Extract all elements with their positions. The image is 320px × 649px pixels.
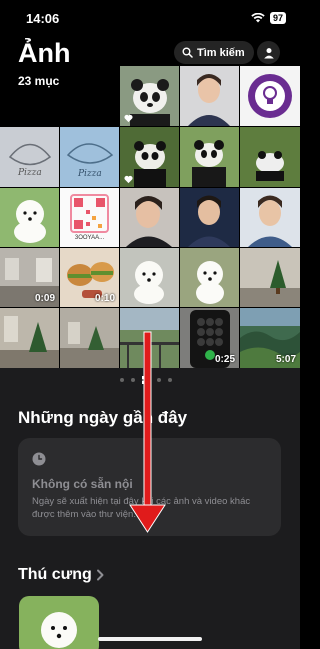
panda-photo xyxy=(180,127,239,187)
search-button[interactable]: Tìm kiếm xyxy=(174,41,254,64)
favorite-heart-icon xyxy=(124,114,133,123)
room-photo xyxy=(60,308,119,368)
status-bar: 14:06 97 xyxy=(0,0,300,38)
app-logo-photo xyxy=(240,66,300,126)
dog-photo xyxy=(19,596,99,649)
video-tile[interactable]: 0:10 xyxy=(60,248,119,307)
dog-photo xyxy=(180,248,239,307)
chevron-right-icon xyxy=(96,569,104,581)
pet-album-thumbnail[interactable] xyxy=(19,596,99,649)
panda-photo xyxy=(240,127,300,187)
grid-view-icon xyxy=(142,376,150,384)
photo-tile[interactable] xyxy=(240,66,300,126)
collections-section: Những ngày gần đây Không có sẵn nội Ngày… xyxy=(0,368,300,649)
photo-tile[interactable]: 3OOYAA... xyxy=(60,188,119,247)
photo-tile[interactable]: Pizza xyxy=(60,127,119,187)
svg-text:Pizza: Pizza xyxy=(17,168,42,178)
favorite-heart-icon xyxy=(124,175,133,184)
dog-photo xyxy=(0,188,59,247)
photo-tile[interactable]: Pizza xyxy=(0,127,59,187)
profile-button[interactable] xyxy=(257,41,280,64)
search-icon xyxy=(182,47,193,58)
portrait-photo xyxy=(120,188,179,247)
empty-state-description: Ngày sẽ xuất hiện tại đây khi các ảnh và… xyxy=(32,496,251,520)
video-duration: 0:25 xyxy=(214,354,235,365)
photo-tile[interactable] xyxy=(240,188,300,247)
video-tile[interactable]: 0:25 xyxy=(180,308,239,368)
photo-tile[interactable] xyxy=(240,248,300,307)
video-duration: 0:10 xyxy=(94,293,115,304)
item-count: 23 mục xyxy=(18,74,60,88)
recent-days-title[interactable]: Những ngày gần đây xyxy=(18,408,187,428)
page-dot xyxy=(131,378,135,382)
photo-tile[interactable] xyxy=(0,308,59,368)
pets-label: Thú cưng xyxy=(18,566,92,583)
sketch-photo: Pizza xyxy=(60,127,119,187)
photo-tile[interactable] xyxy=(240,127,300,187)
photo-tile[interactable] xyxy=(0,188,59,247)
home-indicator xyxy=(98,637,202,641)
photo-tile[interactable] xyxy=(120,66,179,126)
photo-tile[interactable] xyxy=(180,188,239,247)
photo-tile[interactable] xyxy=(180,248,239,307)
portrait-photo xyxy=(180,66,239,126)
empty-state-title: Không có sẵn nội xyxy=(32,477,133,491)
pets-section-title[interactable]: Thú cưng xyxy=(18,566,104,584)
page-indicator[interactable] xyxy=(120,376,172,384)
video-duration: 5:07 xyxy=(275,354,296,365)
photo-tile[interactable] xyxy=(180,66,239,126)
photo-tile[interactable] xyxy=(120,188,179,247)
portrait-photo xyxy=(180,188,239,247)
clock-icon xyxy=(32,452,46,466)
qr-caption: 3OOYAA... xyxy=(74,235,105,241)
page-title: Ảnh xyxy=(18,38,71,68)
person-icon xyxy=(263,47,274,58)
wifi-icon xyxy=(251,13,265,23)
balcony-photo xyxy=(120,308,179,368)
clock: 14:06 xyxy=(26,11,60,26)
page-dot xyxy=(157,378,161,382)
sketch-photo: Pizza xyxy=(0,127,59,187)
page-dot xyxy=(168,378,172,382)
portrait-photo xyxy=(240,188,300,247)
photo-tile[interactable] xyxy=(60,308,119,368)
dog-photo xyxy=(120,248,179,307)
photo-tile[interactable] xyxy=(120,127,179,187)
room-photo xyxy=(240,248,300,307)
video-duration: 0:09 xyxy=(34,293,55,304)
status-icons: 97 xyxy=(251,12,286,24)
video-tile[interactable]: 5:07 xyxy=(240,308,300,368)
photo-tile[interactable] xyxy=(120,308,179,368)
video-tile[interactable]: 0:09 xyxy=(0,248,59,307)
photo-grid: Pizza Pizza 3OOYAA... 0:09 0:10 0:25 5:0… xyxy=(0,66,300,368)
battery-indicator: 97 xyxy=(269,12,286,24)
photo-tile[interactable] xyxy=(180,127,239,187)
recent-days-card: Không có sẵn nội Ngày sẽ xuất hiện tại đ… xyxy=(18,438,281,536)
svg-text:Pizza: Pizza xyxy=(77,169,102,179)
photo-tile[interactable] xyxy=(120,248,179,307)
search-label: Tìm kiếm xyxy=(197,46,245,59)
page-dot xyxy=(120,378,124,382)
room-photo xyxy=(0,308,59,368)
